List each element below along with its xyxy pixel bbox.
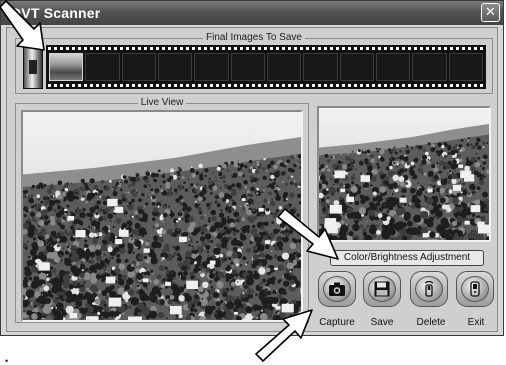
film-frame-empty[interactable]: [194, 53, 229, 81]
title-bar[interactable]: DVT Scanner ✕: [1, 1, 503, 25]
film-frame-empty[interactable]: [339, 53, 374, 81]
close-button[interactable]: ✕: [481, 3, 500, 22]
preview-frame: [317, 106, 491, 242]
film-frame-thumbnail[interactable]: [49, 53, 84, 81]
film-frame-empty[interactable]: [85, 53, 120, 81]
preview-image: [319, 108, 489, 240]
final-images-label: Final Images To Save: [203, 32, 305, 43]
capture-button[interactable]: [318, 271, 356, 307]
film-frame-empty[interactable]: [448, 53, 483, 81]
film-frame-empty[interactable]: [230, 53, 265, 81]
scanner-window: DVT Scanner ✕ Final Images To Save Live …: [0, 0, 504, 336]
exit-button[interactable]: [456, 271, 494, 307]
film-frame-empty[interactable]: [157, 53, 193, 81]
film-frame-empty[interactable]: [412, 53, 447, 81]
floppy-disk-icon: [374, 281, 390, 297]
callout-arrow-adjustment: [277, 208, 339, 260]
live-view-frame: [21, 110, 303, 322]
film-frame-empty[interactable]: [266, 53, 302, 81]
save-label: Save: [370, 317, 394, 328]
film-frame-empty[interactable]: [375, 53, 411, 81]
trash-icon: [424, 280, 434, 297]
exit-door-icon: [470, 281, 480, 297]
live-view-label: Live View: [137, 97, 187, 108]
film-strip: [46, 45, 486, 89]
camera-icon: [329, 282, 345, 296]
live-view-image: [23, 112, 301, 320]
film-perforations-bottom: [48, 84, 484, 87]
film-frame-empty[interactable]: [121, 53, 156, 81]
save-button[interactable]: [363, 271, 401, 307]
exit-label: Exit: [467, 317, 485, 328]
callout-arrow-filmstrip: [0, 0, 45, 51]
close-icon: ✕: [485, 5, 496, 20]
color-brightness-adjustment-button[interactable]: Color/Brightness Adjustment: [330, 250, 484, 266]
stage: DVT Scanner ✕ Final Images To Save Live …: [0, 0, 506, 365]
landscape-photo: [319, 108, 489, 240]
delete-button[interactable]: [410, 271, 448, 307]
delete-label: Delete: [416, 317, 446, 328]
film-perforations-top: [48, 47, 484, 50]
landscape-photo: [23, 112, 301, 320]
stray-mark: •: [5, 356, 9, 365]
callout-arrow-capture: [255, 309, 313, 362]
film-frames: [49, 53, 483, 81]
film-frame-empty[interactable]: [303, 53, 338, 81]
